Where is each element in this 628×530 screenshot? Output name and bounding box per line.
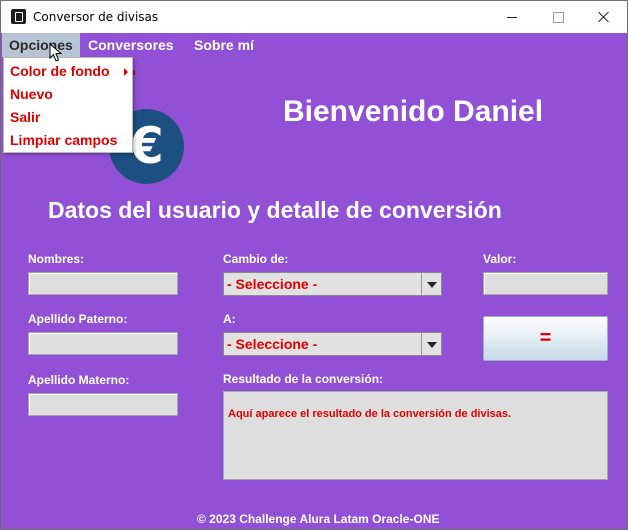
convert-button[interactable]: = xyxy=(483,316,608,361)
nombres-input[interactable] xyxy=(28,272,178,295)
title-bar: Conversor de divisas xyxy=(1,1,627,33)
apellido-paterno-input[interactable] xyxy=(28,332,178,355)
section-title: Datos del usuario y detalle de conversió… xyxy=(48,197,502,223)
cambio-de-select[interactable]: - Seleccione - xyxy=(223,272,442,296)
menu-item-nuevo[interactable]: Nuevo xyxy=(4,83,132,106)
apellido-materno-input[interactable] xyxy=(28,393,178,416)
valor-input[interactable] xyxy=(483,272,608,295)
result-text: Aquí aparece el resultado de la conversi… xyxy=(228,408,512,420)
welcome-heading: Bienvenido Daniel xyxy=(283,95,544,128)
menu-item-limpiar-campos[interactable]: Limpiar campos xyxy=(4,129,132,152)
menu-opciones[interactable]: Opciones xyxy=(2,33,80,57)
cambio-de-selected: - Seleccione - xyxy=(227,276,318,292)
menu-bar: Opciones Conversores Sobre mí xyxy=(1,33,627,57)
euro-symbol: € xyxy=(129,117,164,175)
result-textarea[interactable]: Aquí aparece el resultado de la conversi… xyxy=(223,391,608,480)
apellido-paterno-label: Apellido Paterno: xyxy=(28,312,128,326)
close-button[interactable] xyxy=(581,1,627,33)
window-title: Conversor de divisas xyxy=(33,10,159,24)
app-icon xyxy=(11,9,26,24)
apellido-materno-label: Apellido Materno: xyxy=(28,373,130,387)
menu-item-salir[interactable]: Salir xyxy=(4,106,132,129)
chevron-down-icon[interactable] xyxy=(421,333,441,355)
a-select[interactable]: - Seleccione - xyxy=(223,332,442,356)
a-label: A: xyxy=(223,312,236,326)
nombres-label: Nombres: xyxy=(28,252,85,266)
app-window: Conversor de divisas Opciones Conversore… xyxy=(0,0,628,530)
cursor-icon xyxy=(49,43,63,62)
a-selected: - Seleccione - xyxy=(227,336,318,352)
chevron-down-icon[interactable] xyxy=(421,273,441,295)
cambio-de-label: Cambio de: xyxy=(223,252,289,266)
minimize-button[interactable] xyxy=(489,1,535,33)
valor-label: Valor: xyxy=(483,252,517,266)
menu-sobre-mi[interactable]: Sobre mí xyxy=(187,33,261,57)
submenu-arrow-icon xyxy=(124,68,128,76)
footer-text: © 2023 Challenge Alura Latam Oracle-ONE xyxy=(197,512,440,526)
menu-item-color-de-fondo[interactable]: Color de fondo xyxy=(4,60,132,83)
maximize-button[interactable] xyxy=(535,1,581,33)
menu-item-label: Color de fondo xyxy=(10,63,110,79)
menu-conversores[interactable]: Conversores xyxy=(81,33,181,57)
resultado-label: Resultado de la conversión: xyxy=(223,372,384,386)
opciones-dropdown: Color de fondo Nuevo Salir Limpiar campo… xyxy=(3,57,133,153)
